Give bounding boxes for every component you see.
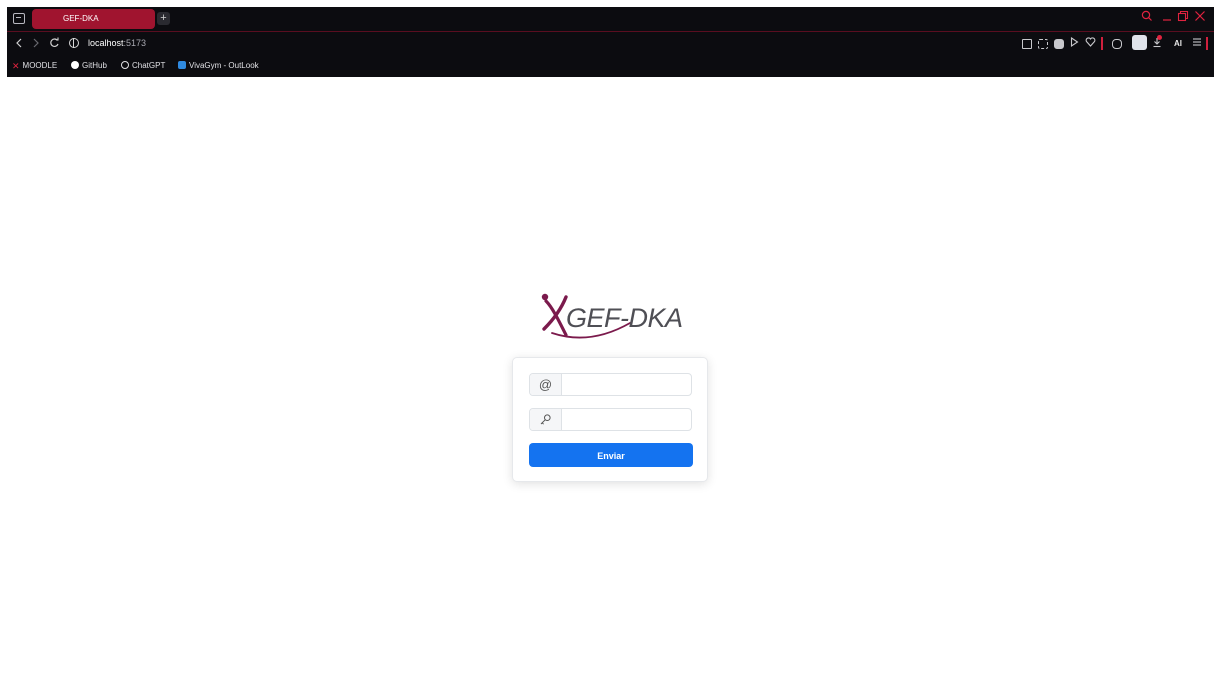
bookmarks-bar: ✕ MOODLE GitHub ChatGPT VivaGym - OutLook (7, 57, 1214, 75)
toolbar-edge-marker (1206, 37, 1208, 50)
chatgpt-icon (121, 61, 129, 69)
ai-button[interactable]: AI (1174, 37, 1182, 51)
toolbar-separator (1101, 37, 1103, 50)
submit-button[interactable]: Enviar (529, 443, 693, 467)
login-card: @ Enviar (512, 357, 708, 482)
workspaces-icon[interactable] (13, 13, 25, 24)
play-icon[interactable] (1070, 36, 1079, 52)
bookmark-vivagym-outlook[interactable]: VivaGym - OutLook (178, 59, 259, 73)
new-tab-button[interactable]: + (157, 12, 170, 25)
minimize-icon[interactable] (1162, 10, 1172, 26)
github-icon (71, 61, 79, 69)
email-field: @ (529, 373, 692, 396)
browser-window: GEF-DKA + localhost:5173 AI ✕ MOODLE Git… (7, 7, 1214, 675)
moodle-icon: ✕ (12, 61, 20, 71)
password-field (529, 408, 692, 431)
heart-icon[interactable] (1085, 36, 1096, 52)
at-icon: @ (530, 374, 562, 395)
forward-icon[interactable] (32, 35, 40, 55)
back-icon[interactable] (15, 35, 23, 55)
address-row: localhost:5173 AI (7, 33, 1214, 55)
logo-text: GEF-DKA (566, 303, 683, 333)
tab-title: GEF-DKA (63, 14, 99, 23)
reload-icon[interactable] (49, 35, 60, 55)
download-badge (1157, 35, 1162, 40)
search-icon[interactable] (1141, 10, 1153, 26)
pin-icon[interactable] (1022, 39, 1032, 49)
pocket-icon[interactable] (1054, 39, 1064, 49)
globe-icon (69, 38, 79, 48)
screenshot-icon[interactable] (1038, 39, 1048, 49)
email-input[interactable] (562, 374, 689, 395)
tab-active[interactable]: GEF-DKA (32, 9, 155, 29)
url-host: localhost (88, 38, 124, 48)
close-icon[interactable] (1194, 10, 1206, 26)
menu-icon[interactable] (1192, 36, 1202, 52)
extension-avatar-icon[interactable] (1132, 35, 1147, 50)
bookmark-moodle[interactable]: ✕ MOODLE (12, 59, 57, 73)
outlook-icon (178, 61, 186, 69)
key-icon (530, 409, 562, 430)
restore-icon[interactable] (1177, 10, 1189, 26)
password-input[interactable] (562, 409, 689, 430)
address-bar[interactable]: localhost:5173 (88, 35, 146, 51)
bookmark-github[interactable]: GitHub (71, 59, 107, 73)
extensions-icon[interactable] (1112, 39, 1122, 49)
gef-dka-logo: GEF-DKA (541, 293, 683, 339)
url-port: :5173 (123, 38, 147, 48)
tab-strip: GEF-DKA + (7, 7, 1214, 32)
browser-chrome: GEF-DKA + localhost:5173 AI ✕ MOODLE Git… (7, 7, 1214, 77)
bookmark-chatgpt[interactable]: ChatGPT (121, 59, 165, 73)
